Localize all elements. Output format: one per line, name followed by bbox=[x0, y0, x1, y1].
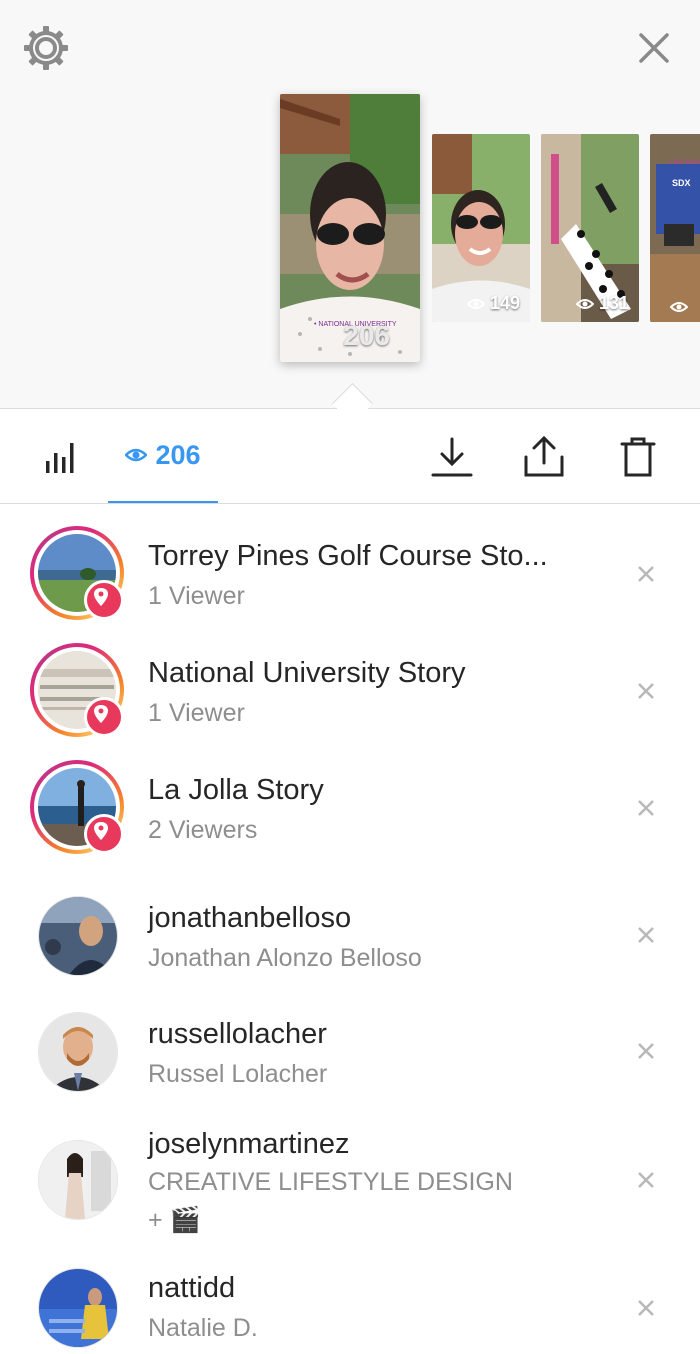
story-thumbnail-selected[interactable]: • NATIONAL UNIVERSITY 206 bbox=[280, 94, 420, 362]
story-view-number: 206 bbox=[343, 320, 390, 351]
viewer-username: nattidd bbox=[148, 1272, 236, 1304]
share-icon[interactable] bbox=[522, 435, 566, 479]
list-item-location[interactable]: National University Story 1 Viewer bbox=[0, 637, 700, 753]
avatar bbox=[30, 1132, 124, 1226]
viewer-fullname: Natalie D. bbox=[148, 1314, 258, 1342]
story-view-count: 149 bbox=[466, 293, 520, 314]
viewer-fullname: Russel Lolacher bbox=[148, 1060, 328, 1088]
viewer-title: La Jolla Story bbox=[148, 774, 324, 806]
avatar bbox=[30, 888, 124, 982]
tab-viewers[interactable]: 206 bbox=[108, 409, 218, 503]
story-thumbnail[interactable]: SDX • NATIONA bbox=[650, 134, 700, 322]
close-icon[interactable] bbox=[636, 30, 672, 66]
dismiss-icon[interactable] bbox=[636, 681, 656, 701]
dismiss-icon[interactable] bbox=[636, 925, 656, 945]
dismiss-icon[interactable] bbox=[636, 1170, 656, 1190]
viewer-title: National University Story bbox=[148, 657, 466, 689]
avatar bbox=[30, 1260, 124, 1354]
eye-icon bbox=[575, 298, 594, 309]
eye-icon bbox=[466, 298, 485, 309]
dismiss-icon[interactable] bbox=[636, 1041, 656, 1061]
story-photo: SDX • NATIONA bbox=[650, 134, 700, 322]
list-item-location[interactable]: La Jolla Story 2 Viewers bbox=[0, 754, 700, 870]
list-item-user[interactable]: russellolacher Russel Lolacher bbox=[0, 1004, 700, 1120]
story-view-count bbox=[670, 300, 688, 314]
viewer-username: russellolacher bbox=[148, 1018, 327, 1050]
viewer-bio: CREATIVE LIFESTYLE DESIGN bbox=[148, 1168, 513, 1196]
list-item-location[interactable]: Torrey Pines Golf Course Sto... 1 Viewer bbox=[0, 520, 700, 636]
viewers-count: 206 bbox=[155, 439, 201, 470]
story-thumbnail[interactable]: 149 bbox=[432, 134, 530, 322]
story-view-number: 149 bbox=[489, 293, 520, 313]
list-item-user[interactable]: jonathanbelloso Jonathan Alonzo Belloso bbox=[0, 888, 700, 1004]
viewer-title: Torrey Pines Golf Course Sto... bbox=[148, 540, 548, 572]
story-view-count: 206 bbox=[343, 320, 390, 352]
avatar bbox=[30, 526, 124, 620]
dismiss-icon[interactable] bbox=[636, 798, 656, 818]
viewer-fullname: Jonathan Alonzo Belloso bbox=[148, 944, 422, 972]
dismiss-icon[interactable] bbox=[636, 564, 656, 584]
trash-icon[interactable] bbox=[616, 435, 660, 479]
sign-text: SDX bbox=[672, 178, 691, 188]
dismiss-icon[interactable] bbox=[636, 1298, 656, 1318]
list-item-user[interactable]: nattidd Natalie D. bbox=[0, 1260, 700, 1348]
viewer-subtitle: 2 Viewers bbox=[148, 816, 258, 844]
eye-icon bbox=[125, 448, 148, 462]
avatar bbox=[30, 643, 124, 737]
story-thumbnail[interactable]: 131 bbox=[541, 134, 639, 322]
story-view-count: 131 bbox=[575, 293, 629, 314]
story-preview-area: • NATIONAL UNIVERSITY 206 149 131 SDX • … bbox=[0, 0, 700, 409]
location-pin-icon bbox=[84, 697, 124, 737]
gear-icon[interactable] bbox=[24, 26, 68, 70]
list-item-user[interactable]: joselynmartinez CREATIVE LIFESTYLE DESIG… bbox=[0, 1124, 700, 1264]
viewer-subtitle: 1 Viewer bbox=[148, 699, 245, 727]
viewer-username: jonathanbelloso bbox=[148, 902, 352, 934]
bar-chart-icon[interactable] bbox=[44, 439, 80, 475]
toolbar: 206 bbox=[0, 409, 700, 504]
viewer-username: joselynmartinez bbox=[148, 1128, 350, 1160]
avatar bbox=[30, 1004, 124, 1098]
avatar bbox=[30, 760, 124, 854]
viewer-bio-extra: + 🎬 bbox=[148, 1206, 201, 1234]
story-caption: • NATIONA bbox=[670, 160, 700, 166]
story-view-number: 131 bbox=[598, 293, 629, 313]
location-pin-icon bbox=[84, 814, 124, 854]
eye-icon bbox=[670, 302, 688, 312]
location-pin-icon bbox=[84, 580, 124, 620]
download-icon[interactable] bbox=[430, 435, 474, 479]
viewer-subtitle: 1 Viewer bbox=[148, 582, 245, 610]
